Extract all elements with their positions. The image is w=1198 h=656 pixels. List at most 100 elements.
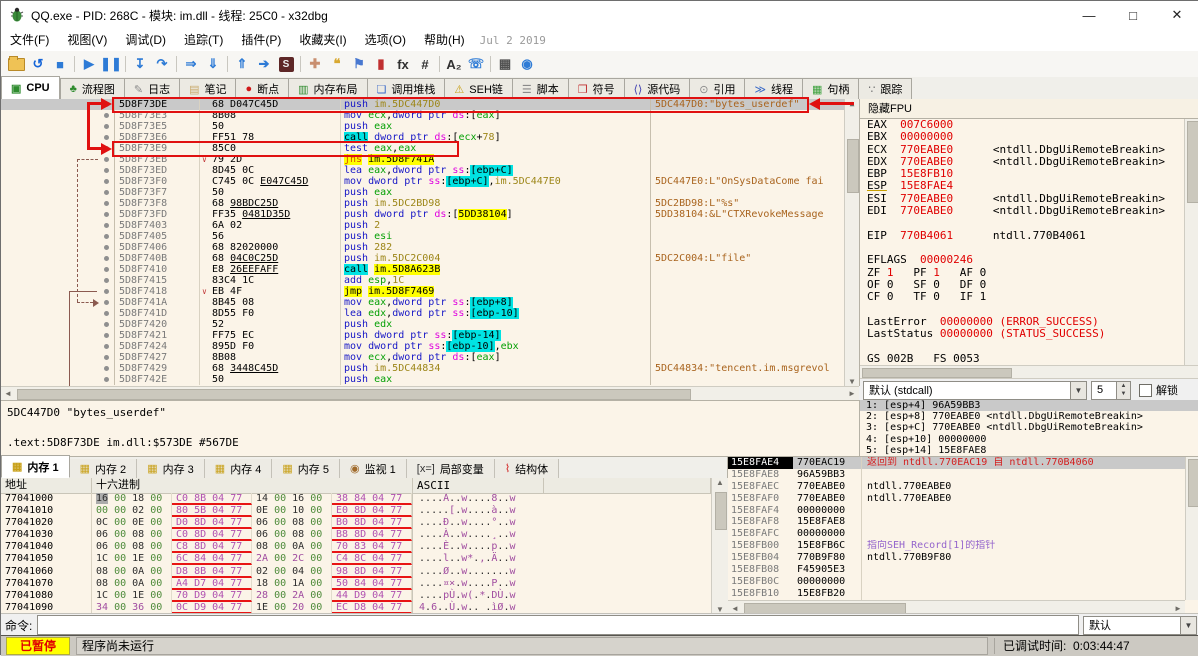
breakpoint-gutter[interactable] bbox=[1, 220, 115, 231]
tab-struct[interactable]: ⌇ 结构体 bbox=[494, 459, 560, 478]
menu-item-view[interactable]: 视图(V) bbox=[58, 29, 116, 51]
breakpoint-gutter[interactable] bbox=[1, 253, 115, 264]
scroll-left-arrow[interactable]: ◄ bbox=[1, 389, 15, 398]
dump-row[interactable]: 77041050 1C 00 1E 00 6C 84 04 77 2A 00 2C 0… bbox=[1, 553, 711, 566]
settings-s-button[interactable]: S bbox=[275, 54, 297, 74]
open-file-button[interactable] bbox=[5, 54, 27, 74]
step-into-button[interactable]: ↧ bbox=[129, 54, 151, 74]
scroll-thumb[interactable] bbox=[1187, 121, 1198, 203]
disasm-row[interactable]: 5D8F7427 8B08 mov ecx,dword ptr ds:[eax] bbox=[1, 352, 859, 363]
breakpoint-gutter[interactable] bbox=[1, 352, 115, 363]
disasm-row[interactable]: 5D8F742E 50 push eax bbox=[1, 374, 859, 385]
registers-vscrollbar[interactable] bbox=[1184, 119, 1198, 365]
dump-row[interactable]: 77041080 1C 00 1E 00 70 D9 04 77 28 00 2A 0… bbox=[1, 589, 711, 602]
breakpoint-gutter[interactable] bbox=[1, 242, 115, 253]
menu-item-options[interactable]: 选项(O) bbox=[356, 29, 415, 51]
menu-item-debug[interactable]: 调试(D) bbox=[116, 29, 175, 51]
restart-button[interactable]: ↺ bbox=[27, 54, 49, 74]
disasm-row[interactable]: 5D8F73E6 FF51 78 call dword ptr ds:[ecx+78… bbox=[1, 132, 859, 143]
breakpoint-gutter[interactable] bbox=[1, 319, 115, 330]
dump-rows[interactable]: 77041000 16 00 18 00 C0 8B 04 77 14 00 16 0… bbox=[1, 493, 711, 614]
breakpoint-gutter[interactable] bbox=[1, 330, 115, 341]
breakpoint-gutter[interactable] bbox=[1, 198, 115, 209]
scroll-thumb[interactable] bbox=[17, 389, 691, 400]
registers-hscrollbar[interactable] bbox=[860, 365, 1198, 379]
spin-up-icon[interactable]: ▲ bbox=[1117, 381, 1130, 390]
step-over-button[interactable]: ↷ bbox=[151, 54, 173, 74]
breakpoint-gutter[interactable] bbox=[1, 341, 115, 352]
disasm-row[interactable]: 5D8F7421 FF75 EC push dword ptr ss:[ebp-14… bbox=[1, 330, 859, 341]
tab-script[interactable]: ☰ 脚本 bbox=[511, 78, 568, 99]
assemble-fx-button[interactable]: fx bbox=[392, 54, 414, 74]
disassembly-vscrollbar[interactable]: ▲ ▼ bbox=[844, 99, 859, 386]
tab-handles[interactable]: ▦ 句柄 bbox=[802, 78, 859, 99]
stack-row[interactable]: 15E8FB10 15E8FB20 bbox=[728, 587, 1185, 600]
menu-item-plugins[interactable]: 插件(P) bbox=[232, 29, 290, 51]
tab-dump-5[interactable]: ▦ 内存 5 bbox=[272, 459, 340, 478]
menu-item-trace[interactable]: 追踪(T) bbox=[175, 29, 232, 51]
register-line[interactable]: EIP 770B4061 ntdll.770B4061 bbox=[860, 229, 1185, 242]
maximize-button[interactable]: □ bbox=[1111, 1, 1155, 29]
scroll-up-arrow[interactable]: ▲ bbox=[845, 99, 859, 108]
breakpoint-gutter[interactable] bbox=[1, 363, 115, 374]
breakpoint-gutter[interactable] bbox=[1, 308, 115, 319]
scroll-thumb[interactable] bbox=[715, 492, 727, 530]
tab-memory-map[interactable]: ▥ 内存布局 bbox=[288, 78, 367, 99]
registers-view[interactable]: EAX 007C6000 EBX 00000000 ECX 770EABE0 <nt… bbox=[860, 119, 1185, 365]
dump-vscrollbar[interactable]: ▲ ▼ bbox=[711, 478, 728, 614]
close-button[interactable]: ✕ bbox=[1155, 1, 1198, 29]
breakpoint-gutter[interactable] bbox=[1, 99, 115, 110]
tab-notes[interactable]: ▤ 笔记 bbox=[179, 78, 236, 99]
breakpoint-gutter[interactable] bbox=[1, 209, 115, 220]
tab-threads[interactable]: ≫ 线程 bbox=[744, 78, 802, 99]
disasm-row[interactable]: 5D8F73F0 C745 0C E047C45D mov dword ptr ss… bbox=[1, 176, 859, 187]
disasm-row[interactable]: 5D8F73FD FF35 0481D35D push dword ptr ds:[… bbox=[1, 209, 859, 220]
disasm-row[interactable]: 5D8F73E5 50 push eax bbox=[1, 121, 859, 132]
stack-rows[interactable]: 15E8FAE4 770EAC19 返回到 ntdll.770EAC19 自 ntd… bbox=[728, 457, 1185, 600]
stack-row[interactable]: 15E8FAF0 770EABE0 ntdll.770EABE0 bbox=[728, 492, 1185, 505]
dump-row[interactable]: 77041040 06 00 08 00 C8 8D 04 77 08 00 0A 0… bbox=[1, 541, 711, 554]
tab-call-stack[interactable]: ❏ 调用堆栈 bbox=[366, 78, 445, 99]
execute-till-return-button[interactable]: ⇑ bbox=[231, 54, 253, 74]
stack-arg-row[interactable]: 1: [esp+4] 96A59BB3 bbox=[860, 400, 1198, 412]
breakpoint-gutter[interactable] bbox=[1, 154, 115, 165]
register-line[interactable]: CF 0 TF 0 IF 1 bbox=[860, 291, 1185, 303]
breakpoint-gutter[interactable] bbox=[1, 132, 115, 143]
pause-button[interactable]: ❚❚ bbox=[100, 54, 122, 74]
hide-fpu-button[interactable]: 隐藏FPU bbox=[860, 99, 1198, 119]
tab-dump-1[interactable]: ▦ 内存 1 bbox=[1, 455, 70, 478]
scroll-down-arrow[interactable]: ▼ bbox=[845, 377, 859, 386]
disasm-row[interactable]: 5D8F7420 52 push edx bbox=[1, 319, 859, 330]
stack-row[interactable]: 15E8FAF4 00000000 bbox=[728, 504, 1185, 517]
menu-item-favourites[interactable]: 收藏夹(I) bbox=[290, 29, 355, 51]
tab-symbols[interactable]: ❒ 符号 bbox=[567, 78, 624, 99]
tab-seh-chain[interactable]: ⚠ SEH链 bbox=[444, 78, 512, 99]
breakpoint-gutter[interactable] bbox=[1, 110, 115, 121]
stack-row[interactable]: 15E8FB00 15E8FB6C 指向SEH_Record[1]的指针 bbox=[728, 540, 1185, 553]
stack-arg-row[interactable]: 2: [esp+8] 770EABE0 <ntdll.DbgUiRemoteBr… bbox=[860, 411, 1198, 422]
disasm-row[interactable]: 5D8F73F8 68 98BDC25D push im.5DC2BD98 5DC2B… bbox=[1, 198, 859, 209]
disasm-row[interactable]: 5D8F7415 83C4 1C add esp,1C bbox=[1, 275, 859, 286]
calculator-button[interactable]: ▦ bbox=[494, 54, 516, 74]
tab-watch-1[interactable]: ◉ 监视 1 bbox=[339, 459, 407, 478]
disasm-row[interactable]: 5D8F73E3 8B08 mov ecx,dword ptr ds:[eax] bbox=[1, 110, 859, 121]
memory-hash-button[interactable]: # bbox=[414, 54, 436, 74]
stack-row[interactable]: 15E8FB0C 00000000 bbox=[728, 575, 1185, 588]
disasm-row[interactable]: 5D8F7424 895D F0 mov dword ptr ss:[ebp-10]… bbox=[1, 341, 859, 352]
disasm-row[interactable]: 5D8F7405 56 push esi bbox=[1, 231, 859, 242]
stop-button[interactable]: ■ bbox=[49, 54, 71, 74]
breakpoint-gutter[interactable] bbox=[1, 231, 115, 242]
breakpoint-gutter[interactable] bbox=[1, 176, 115, 187]
breakpoint-gutter[interactable] bbox=[1, 187, 115, 198]
dump-row[interactable]: 77041030 06 00 08 00 C0 8D 04 77 06 00 08 0… bbox=[1, 529, 711, 542]
spin-down-icon[interactable]: ▼ bbox=[1117, 390, 1130, 399]
stack-row[interactable]: 15E8FAEC 770EABE0 ntdll.770EABE0 bbox=[728, 480, 1185, 493]
stack-row[interactable]: 15E8FAFC 00000000 bbox=[728, 528, 1185, 541]
stack-row[interactable]: 15E8FB04 770B9F80 ntdll.770B9F80 bbox=[728, 552, 1185, 565]
disasm-row[interactable]: 5D8F741A 8B45 08 mov eax,dword ptr ss:[ebp… bbox=[1, 297, 859, 308]
calling-convention-select[interactable]: 默认 (stdcall) ▼ bbox=[863, 380, 1087, 400]
breakpoints-book-button[interactable]: ▮ bbox=[370, 54, 392, 74]
stack-row[interactable]: 15E8FAE4 770EAC19 返回到 ntdll.770EAC19 自 ntd… bbox=[728, 457, 1185, 469]
labels-button[interactable]: ⚑ bbox=[348, 54, 370, 74]
disasm-row[interactable]: 5D8F7403 6A 02 push 2 bbox=[1, 220, 859, 231]
